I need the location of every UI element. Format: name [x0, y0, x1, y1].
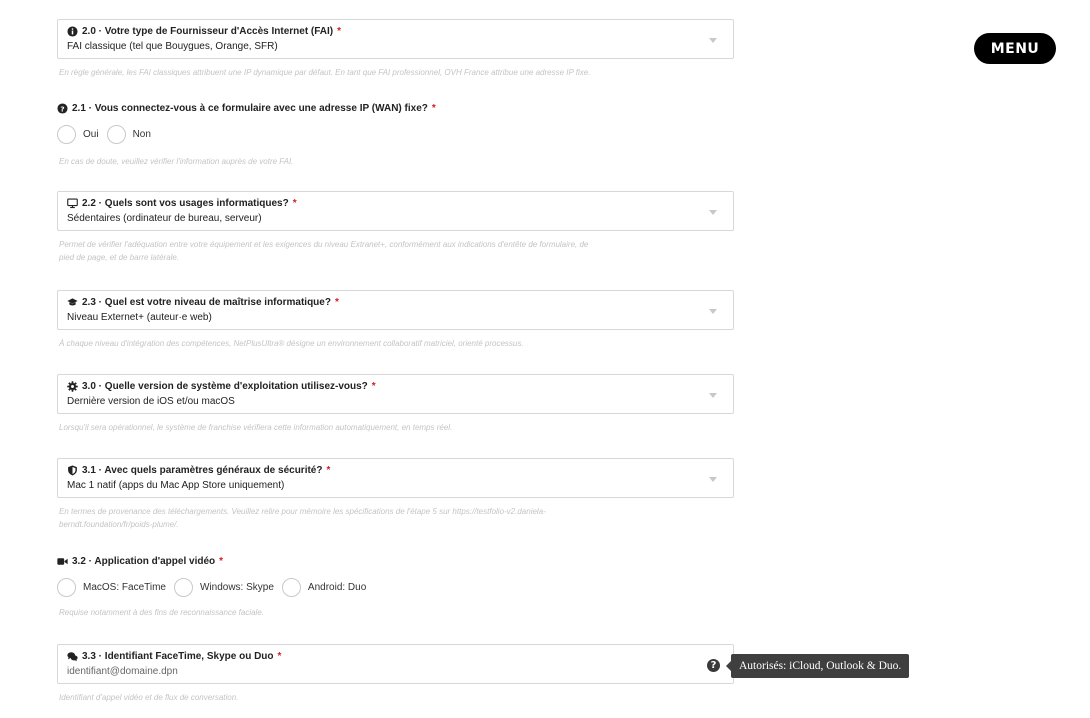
usage-help-line: pied de page, et de barre latérale. — [59, 253, 180, 262]
radio-button[interactable] — [173, 578, 193, 597]
video-app-label: 3.2 · Application d'appel vidéo — [72, 556, 216, 567]
field-usage: 2.2 · Quels sont vos usages informatique… — [57, 191, 734, 231]
os-version-help: Lorsqu'il sera opérationnel, le système … — [59, 423, 453, 432]
video-id-label: 3.3 · Identifiant FaceTime, Skype ou Duo — [82, 651, 274, 662]
comments-icon — [67, 651, 78, 662]
os-version-label: 3.0 · Quelle version de système d'exploi… — [82, 381, 368, 392]
radio-button[interactable] — [57, 125, 76, 144]
svg-text:?: ? — [60, 104, 64, 113]
security-select[interactable]: 3.1 · Avec quels paramètres généraux de … — [57, 458, 734, 498]
chevron-down-icon — [709, 210, 717, 215]
required-mark: * — [334, 297, 339, 308]
chevron-down-icon — [709, 477, 717, 482]
radio-option-duo[interactable]: Android: Duo — [281, 578, 367, 597]
radio-option-facetime[interactable]: MacOS: FaceTime — [57, 578, 166, 597]
isp-type-help: En règle générale, les FAI classiques at… — [59, 68, 591, 77]
chevron-down-icon — [709, 309, 717, 314]
radio-button[interactable] — [281, 578, 301, 597]
radio-label: Non — [132, 129, 151, 140]
isp-type-label: 2.0 · Votre type de Fournisseur d'Accès … — [82, 26, 334, 37]
usage-label: 2.2 · Quels sont vos usages informatique… — [82, 198, 289, 209]
required-mark: * — [326, 465, 331, 476]
chevron-down-icon — [709, 38, 717, 43]
radio-option-skype[interactable]: Windows: Skype — [173, 578, 274, 597]
security-help-line: berndt.foundation/fr/poids-plume/. — [59, 520, 179, 529]
video-camera-icon — [57, 556, 68, 567]
skill-level-select[interactable]: 2.3 · Quel est votre niveau de maîtrise … — [57, 290, 734, 330]
video-id-placeholder[interactable]: identifiant@domaine.dpn — [67, 665, 724, 678]
isp-type-select[interactable]: 2.0 · Votre type de Fournisseur d'Accès … — [57, 19, 734, 59]
fixed-ip-label: 2.1 · Vous connectez-vous à ce formulair… — [72, 103, 428, 114]
security-label: 3.1 · Avec quels paramètres généraux de … — [82, 465, 323, 476]
usage-help: Permet de vérifier l'adéquation entre vo… — [57, 238, 734, 264]
cog-icon — [67, 381, 78, 392]
skill-level-value: Niveau Externet+ (auteur·e web) — [67, 312, 212, 323]
required-mark: * — [371, 381, 376, 392]
question-circle-icon[interactable]: ? — [707, 659, 720, 672]
os-version-value: Dernière version de iOS et/ou macOS — [67, 396, 235, 407]
field-isp-type: 2.0 · Votre type de Fournisseur d'Accès … — [57, 19, 734, 59]
required-mark: * — [277, 651, 282, 662]
required-mark: * — [219, 556, 224, 567]
info-circle-icon — [67, 26, 78, 37]
radio-button[interactable] — [57, 578, 76, 597]
fixed-ip-question: ? 2.1 · Vous connectez-vous à ce formula… — [57, 103, 734, 114]
video-id-input[interactable]: 3.3 · Identifiant FaceTime, Skype ou Duo… — [57, 644, 734, 684]
usage-select[interactable]: 2.2 · Quels sont vos usages informatique… — [57, 191, 734, 231]
radio-option-oui[interactable]: Oui — [57, 125, 99, 144]
usage-value: Sédentaires (ordinateur de bureau, serve… — [67, 213, 262, 224]
skill-level-help: À chaque niveau d'intégration des compét… — [59, 339, 524, 348]
shield-icon — [67, 465, 78, 476]
field-skill-level: 2.3 · Quel est votre niveau de maîtrise … — [57, 290, 734, 330]
security-help-line: En termes de provenance des téléchargeme… — [59, 507, 546, 516]
required-mark: * — [292, 198, 297, 209]
security-help: En termes de provenance des téléchargeme… — [57, 505, 734, 531]
tooltip: Autorisés: iCloud, Outlook & Duo. — [725, 654, 910, 678]
field-video-id: 3.3 · Identifiant FaceTime, Skype ou Duo… — [57, 644, 734, 684]
radio-label: Android: Duo — [307, 582, 367, 593]
video-app-question: 3.2 · Application d'appel vidéo * — [57, 556, 734, 567]
fixed-ip-help: En cas de doute, veuillez vérifier l'inf… — [59, 157, 294, 166]
usage-help-line: Permet de vérifier l'adéquation entre vo… — [59, 240, 589, 249]
field-os-version: 3.0 · Quelle version de système d'exploi… — [57, 374, 734, 414]
question-circle-icon: ? — [57, 103, 68, 114]
radio-label: MacOS: FaceTime — [83, 582, 166, 593]
graduation-cap-icon — [67, 297, 78, 308]
radio-label: Oui — [83, 129, 99, 140]
isp-type-value: FAI classique (tel que Bouygues, Orange,… — [67, 41, 278, 52]
menu-button[interactable]: MENU — [974, 33, 1056, 64]
radio-label: Windows: Skype — [199, 582, 274, 593]
video-app-help: Requise notamment à des fins de reconnai… — [59, 608, 265, 617]
page: MENU 2.0 · Votre type de Fournisseur d'A… — [0, 0, 1090, 718]
chevron-down-icon — [709, 393, 717, 398]
video-id-help: Identifiant d'appel vidéo et de flux de … — [59, 693, 239, 702]
required-mark: * — [337, 26, 342, 37]
required-mark: * — [431, 103, 436, 114]
os-version-select[interactable]: 3.0 · Quelle version de système d'exploi… — [57, 374, 734, 414]
field-security: 3.1 · Avec quels paramètres généraux de … — [57, 458, 734, 498]
video-app-radio-group: MacOS: FaceTime Windows: Skype Android: … — [57, 578, 734, 597]
skill-level-label: 2.3 · Quel est votre niveau de maîtrise … — [82, 297, 331, 308]
fixed-ip-radio-group: Oui Non — [57, 125, 734, 144]
desktop-icon — [67, 198, 78, 209]
security-value: Mac 1 natif (apps du Mac App Store uniqu… — [67, 480, 285, 491]
radio-button[interactable] — [106, 125, 126, 144]
radio-option-non[interactable]: Non — [106, 125, 151, 144]
